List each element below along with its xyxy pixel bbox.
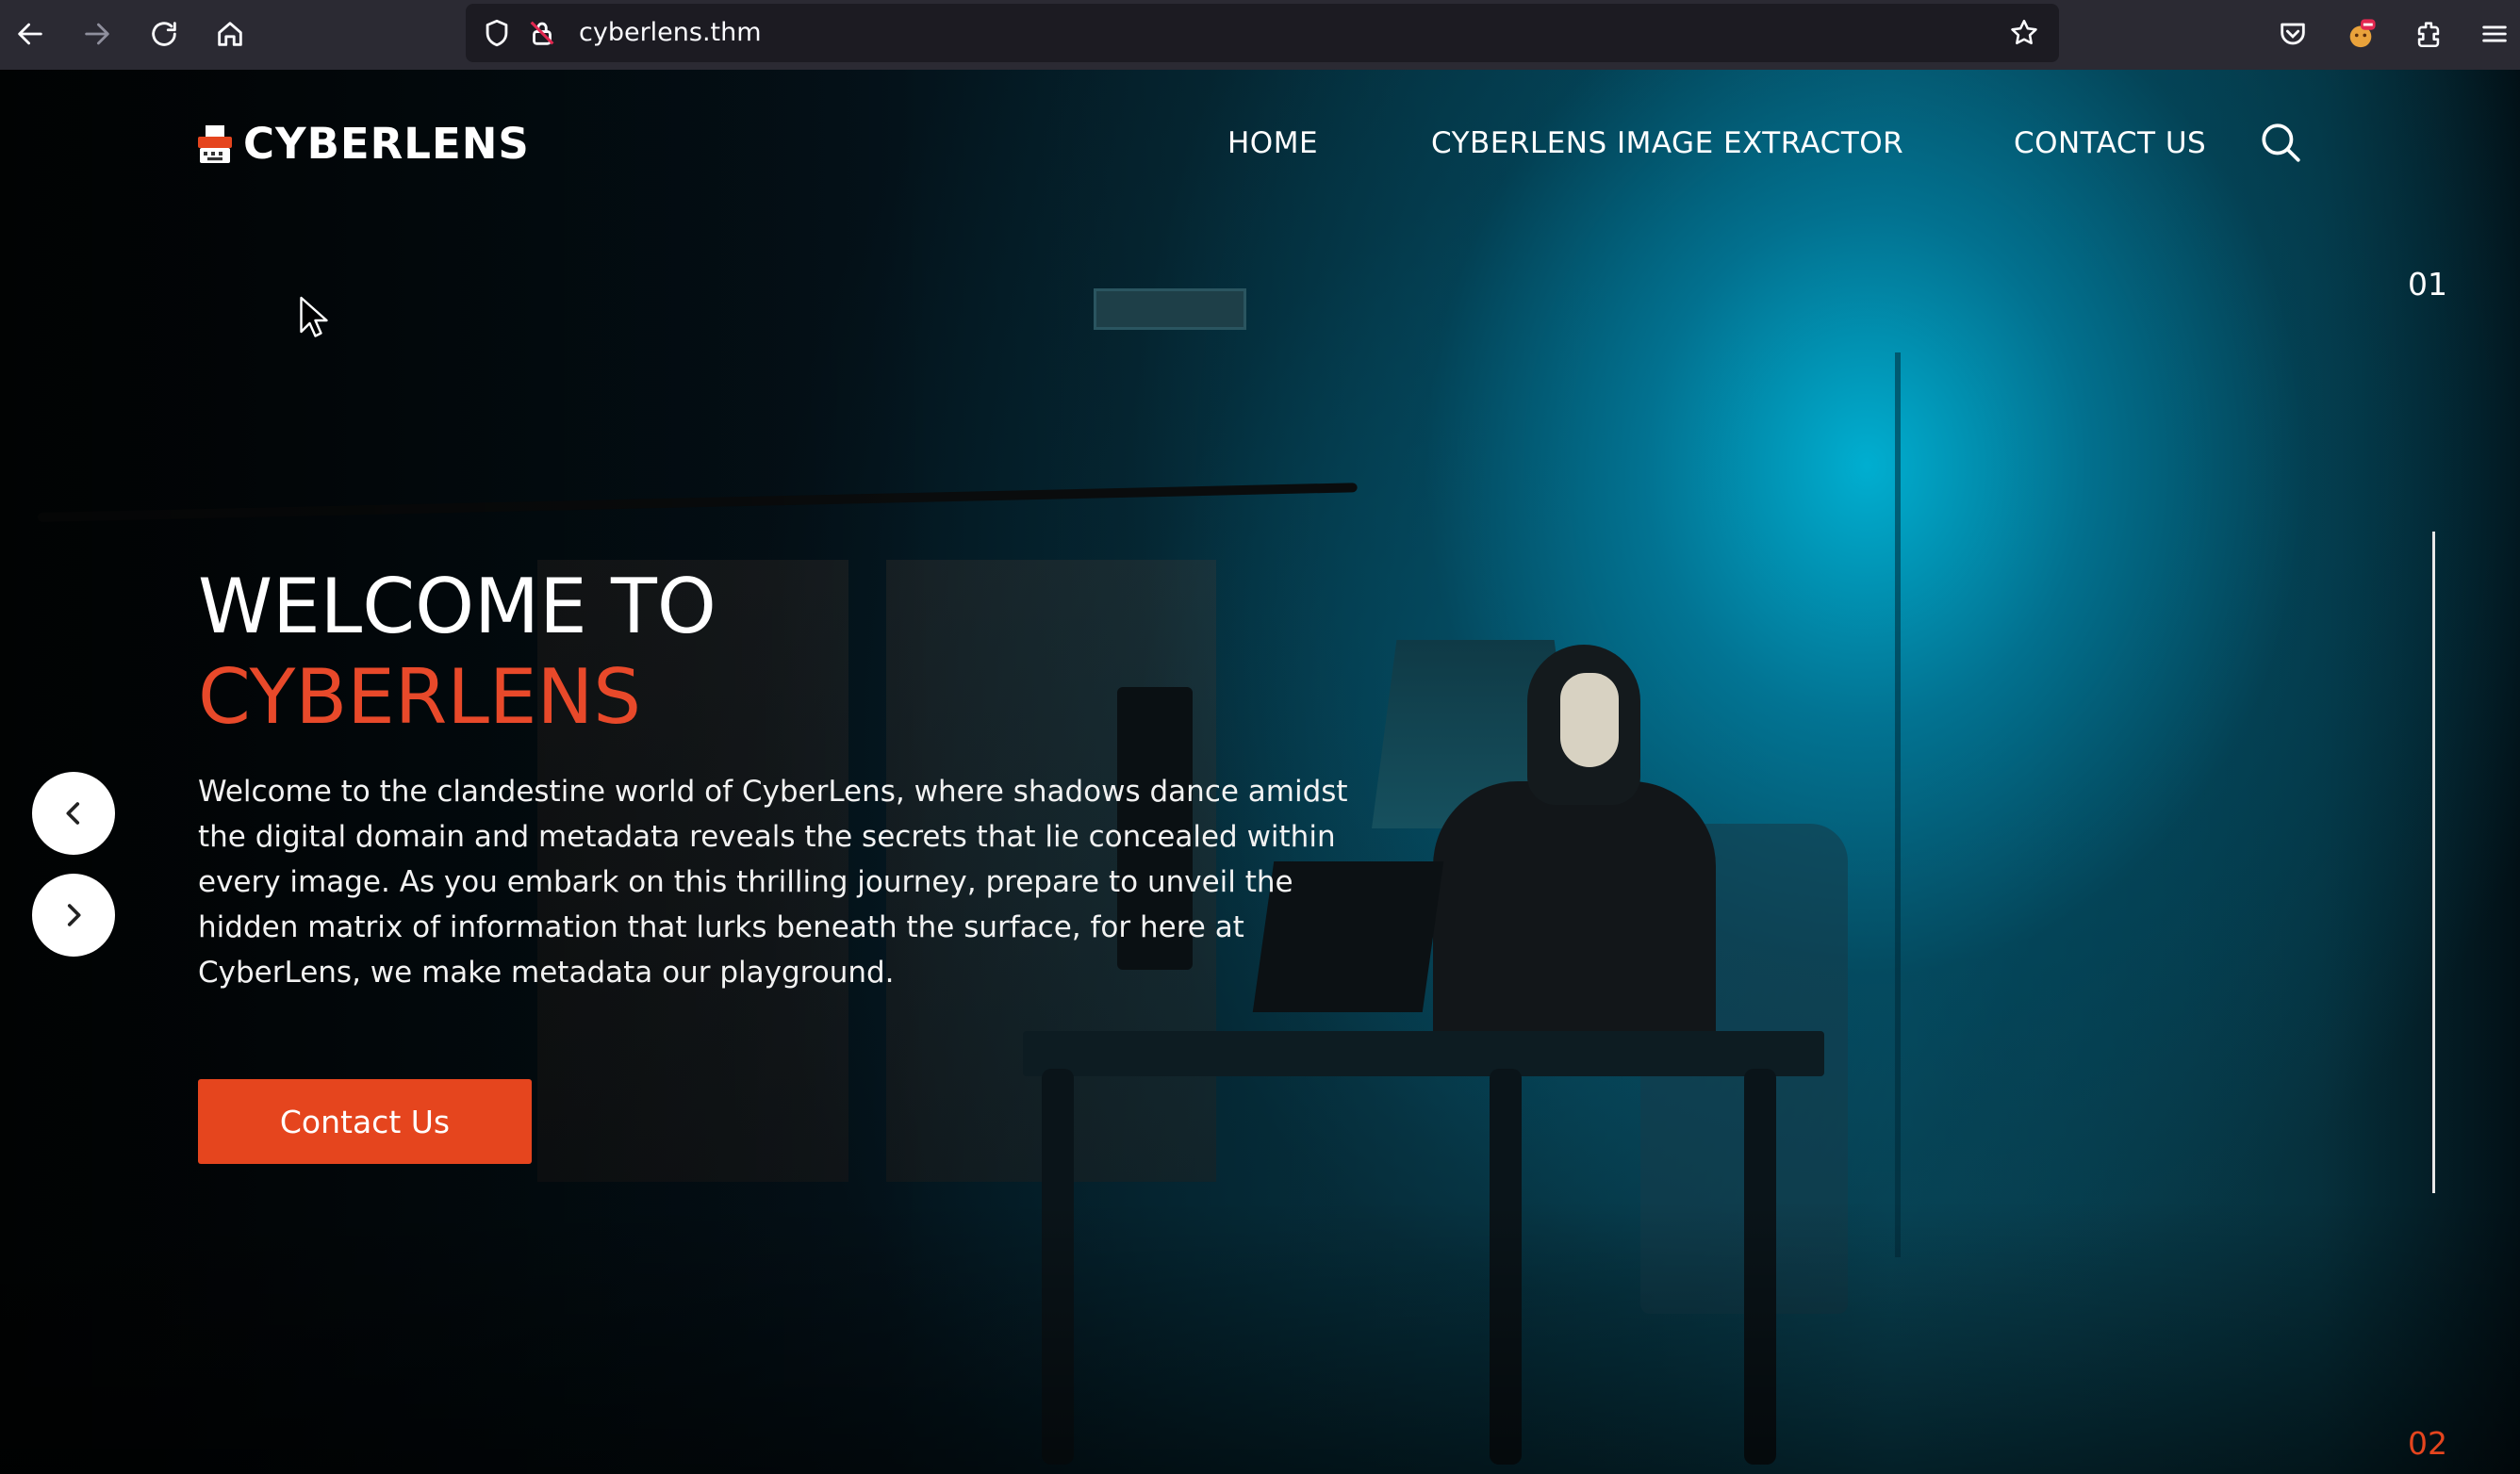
mouse-cursor-icon [300,296,328,337]
reload-icon [152,22,176,46]
extensions-button[interactable] [2408,13,2449,55]
search-icon[interactable] [2257,119,2304,166]
slide-progress-line [2432,532,2435,1193]
menu-icon [2482,25,2507,42]
extension-avatar-button[interactable] [2340,13,2381,55]
slider-prev-button[interactable] [32,772,115,855]
hero-description: Welcome to the clandestine world of Cybe… [198,775,1348,990]
slider-next-button[interactable] [32,874,115,957]
pocket-icon [2281,23,2305,45]
pocket-button[interactable] [2272,13,2314,55]
lock-icon[interactable] [526,17,558,49]
hero-title: WELCOME TO [198,563,716,650]
desk [1023,1031,1824,1076]
chevron-left-icon [66,802,80,825]
url-text[interactable]: cyberlens.thm [579,17,762,49]
hero-title-highlight: CYBERLENS [198,653,642,741]
nav-home[interactable]: HOME [1227,126,1318,160]
shield-icon[interactable] [481,17,513,49]
hooded-person [1433,781,1716,1064]
browser-toolbar: cyberlens.thm [0,0,2520,70]
extensions-icon [2417,22,2440,48]
logo-text: CYBERLENS [243,119,530,169]
wall-corner [1895,352,1901,1257]
contact-us-button[interactable]: Contact Us [198,1079,532,1164]
nav-image-extractor[interactable]: CYBERLENS IMAGE EXTRACTOR [1431,126,1903,160]
site-logo[interactable]: CYBERLENS [198,119,530,169]
forward-icon [85,23,109,45]
url-bar[interactable]: cyberlens.thm [466,4,2059,62]
ceiling-vent [1094,288,1246,330]
chevron-right-icon [67,904,81,926]
slide-indicator-current[interactable]: 01 [2408,266,2447,303]
slide-indicator-next[interactable]: 02 [2408,1425,2447,1462]
reload-button[interactable] [143,13,185,55]
star-icon[interactable] [2008,17,2040,49]
menu-button[interactable] [2474,13,2515,55]
nav-contact-us[interactable]: CONTACT US [2014,126,2206,160]
back-icon [18,23,42,45]
home-icon [218,22,242,46]
back-button[interactable] [9,13,51,55]
typewriter-icon [198,124,232,163]
mask [1560,673,1619,767]
overlay-shade [0,1201,2520,1474]
home-button[interactable] [209,13,251,55]
extension-avatar-icon [2349,19,2376,48]
forward-button[interactable] [76,13,118,55]
webpage: CYBERLENS HOME CYBERLENS IMAGE EXTRACTOR… [0,70,2520,1474]
